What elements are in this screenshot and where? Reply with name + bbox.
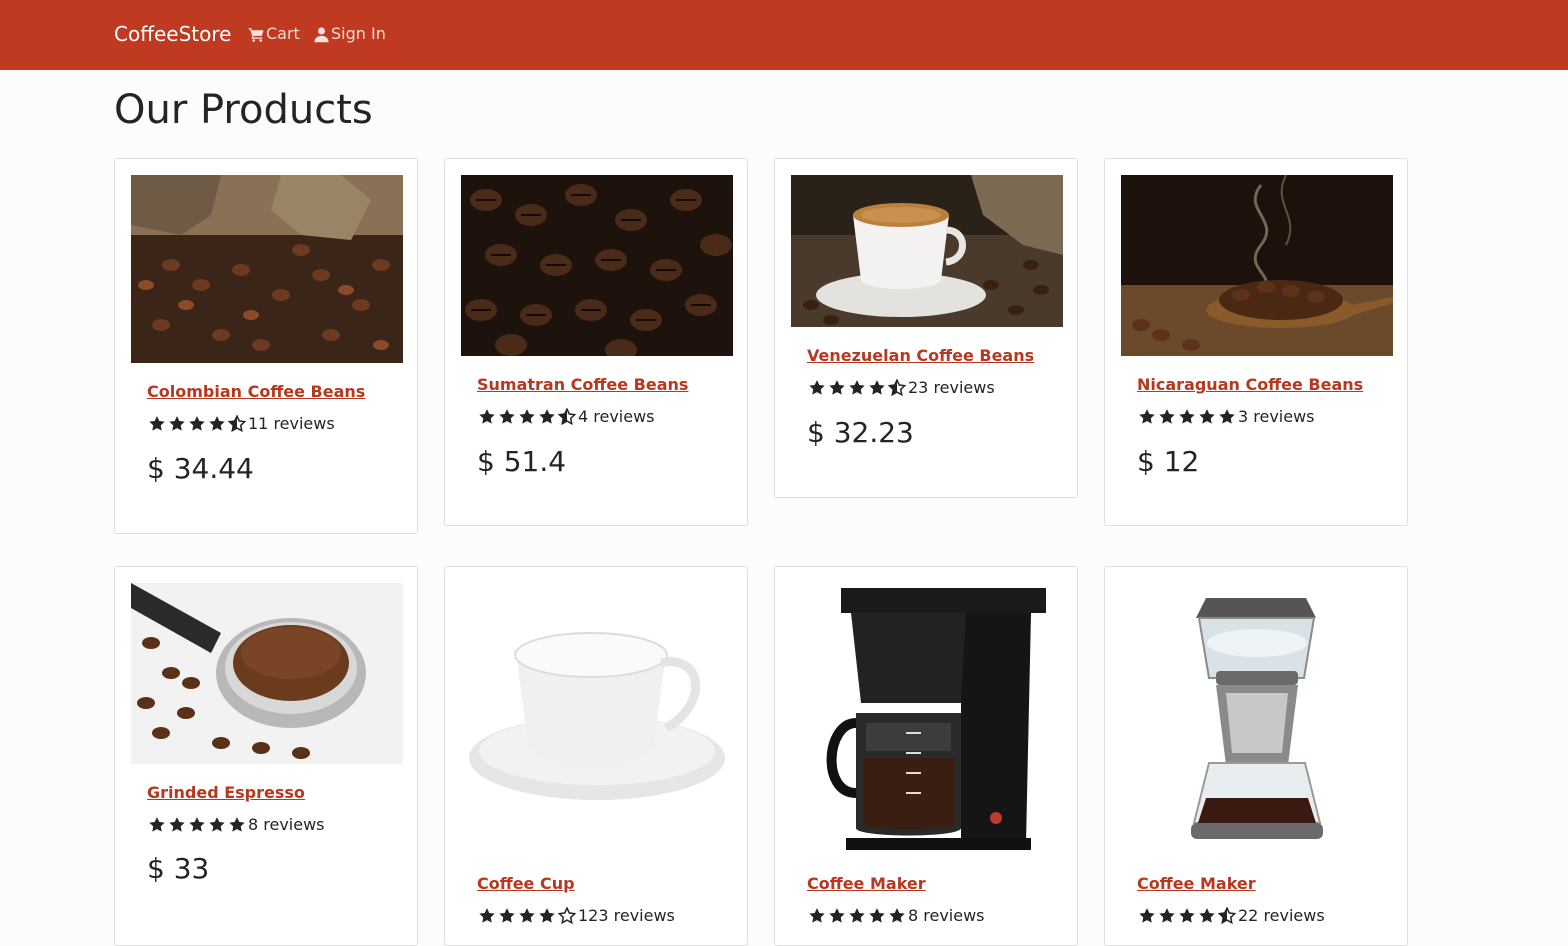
star-full-icon (847, 907, 867, 925)
star-full-icon (847, 379, 867, 397)
glass-coffee-maker-image[interactable] (1121, 583, 1393, 855)
cart-label: Cart (266, 24, 300, 43)
signin-link[interactable]: Sign In (313, 23, 386, 45)
star-half-icon (887, 379, 907, 397)
review-count: 23 reviews (908, 378, 995, 397)
star-full-icon (227, 816, 247, 834)
product-rating: 4 reviews (477, 406, 655, 428)
cart-link[interactable]: Cart (248, 23, 300, 45)
product-rating: 123 reviews (477, 905, 675, 927)
star-full-icon (1197, 408, 1217, 426)
product-rating: 11 reviews (147, 413, 335, 435)
star-full-icon (477, 907, 497, 925)
review-count: 3 reviews (1238, 407, 1315, 426)
star-full-icon (807, 379, 827, 397)
star-full-icon (167, 415, 187, 433)
product-link[interactable]: Coffee Cup (477, 873, 575, 895)
star-half-icon (227, 415, 247, 433)
product-rating: 23 reviews (807, 377, 995, 399)
star-full-icon (827, 907, 847, 925)
product-link[interactable]: Coffee Maker (1137, 873, 1256, 895)
product-card: Coffee Maker 8 reviews (774, 566, 1078, 946)
product-rating: 8 reviews (807, 905, 985, 927)
star-half-icon (1217, 907, 1237, 925)
espresso-cup-image[interactable] (791, 175, 1063, 327)
star-full-icon (517, 907, 537, 925)
star-full-icon (537, 907, 557, 925)
star-full-icon (537, 408, 557, 426)
product-price: $ 34.44 (147, 452, 254, 485)
star-full-icon (497, 408, 517, 426)
star-full-icon (1177, 408, 1197, 426)
portafilter-ground-coffee-image[interactable] (131, 583, 403, 764)
product-link[interactable]: Nicaraguan Coffee Beans (1137, 374, 1363, 396)
star-full-icon (867, 907, 887, 925)
user-icon (314, 26, 329, 42)
star-full-icon (1217, 408, 1237, 426)
star-full-icon (1197, 907, 1217, 925)
star-full-icon (147, 816, 167, 834)
star-full-icon (827, 379, 847, 397)
star-full-icon (1157, 907, 1177, 925)
cart-icon (248, 27, 264, 42)
star-full-icon (807, 907, 827, 925)
star-full-icon (187, 816, 207, 834)
star-empty-icon (557, 907, 577, 925)
page-title: Our Products (114, 87, 373, 133)
review-count: 123 reviews (578, 906, 675, 925)
brand-link[interactable]: CoffeeStore (114, 20, 231, 48)
review-count: 8 reviews (248, 815, 325, 834)
navbar: CoffeeStore Cart Sign In (0, 0, 1568, 70)
review-count: 4 reviews (578, 407, 655, 426)
roasted-coffee-beans-image[interactable] (461, 175, 733, 356)
star-full-icon (497, 907, 517, 925)
star-full-icon (207, 415, 227, 433)
product-price: $ 33 (147, 852, 210, 885)
signin-label: Sign In (331, 24, 386, 43)
star-full-icon (867, 379, 887, 397)
star-full-icon (1157, 408, 1177, 426)
product-card: Sumatran Coffee Beans 4 reviews $ 51.4 (444, 158, 748, 526)
star-full-icon (1177, 907, 1197, 925)
product-rating: 8 reviews (147, 814, 325, 836)
product-link[interactable]: Coffee Maker (807, 873, 926, 895)
product-card: Colombian Coffee Beans 11 reviews $ 34.4… (114, 158, 418, 534)
white-coffee-cup-image[interactable] (461, 583, 733, 855)
product-card: Grinded Espresso 8 reviews $ 33 (114, 566, 418, 946)
product-card: Nicaraguan Coffee Beans 3 reviews $ 12 (1104, 158, 1408, 526)
star-full-icon (207, 816, 227, 834)
product-link[interactable]: Sumatran Coffee Beans (477, 374, 688, 396)
product-price: $ 51.4 (477, 445, 567, 478)
star-full-icon (517, 408, 537, 426)
product-price: $ 32.23 (807, 416, 914, 449)
product-link[interactable]: Venezuelan Coffee Beans (807, 345, 1034, 367)
product-price: $ 12 (1137, 445, 1200, 478)
review-count: 8 reviews (908, 906, 985, 925)
steaming-beans-spoon-image[interactable] (1121, 175, 1393, 356)
product-link[interactable]: Grinded Espresso (147, 782, 305, 804)
black-coffee-maker-image[interactable] (791, 583, 1063, 855)
product-card: Coffee Maker 22 reviews (1104, 566, 1408, 946)
coffee-beans-sack-image[interactable] (131, 175, 403, 363)
star-full-icon (1137, 408, 1157, 426)
star-half-icon (557, 408, 577, 426)
product-card: Coffee Cup 123 reviews (444, 566, 748, 946)
star-full-icon (187, 415, 207, 433)
star-full-icon (477, 408, 497, 426)
star-full-icon (887, 907, 907, 925)
product-card: Venezuelan Coffee Beans 23 reviews $ 32.… (774, 158, 1078, 498)
review-count: 22 reviews (1238, 906, 1325, 925)
star-full-icon (167, 816, 187, 834)
product-link[interactable]: Colombian Coffee Beans (147, 381, 365, 403)
star-full-icon (147, 415, 167, 433)
product-rating: 3 reviews (1137, 406, 1315, 428)
product-rating: 22 reviews (1137, 905, 1325, 927)
review-count: 11 reviews (248, 414, 335, 433)
star-full-icon (1137, 907, 1157, 925)
